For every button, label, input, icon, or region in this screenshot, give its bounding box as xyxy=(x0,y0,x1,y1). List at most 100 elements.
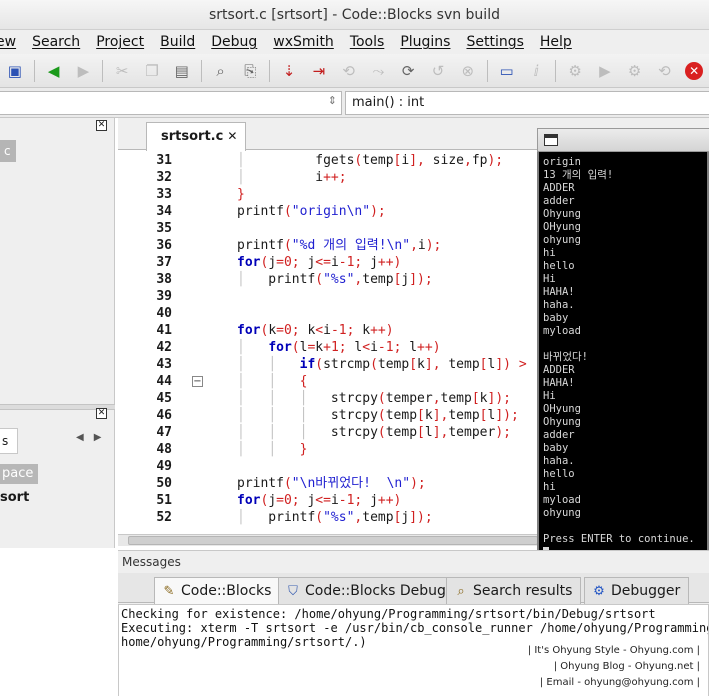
redo-icon[interactable]: ▶ xyxy=(72,59,96,83)
undo-icon[interactable]: ◀ xyxy=(42,59,66,83)
info-icon[interactable]: ⅈ xyxy=(524,59,548,83)
save-all-icon[interactable]: ▣ xyxy=(3,59,27,83)
project-item[interactable]: sort xyxy=(0,490,29,505)
tab-srtsort-c[interactable]: srtsort.c ✕ xyxy=(146,122,247,151)
magnifier-icon: ⌕ xyxy=(457,584,465,599)
menu-item-project[interactable]: Project xyxy=(88,34,152,50)
shield-icon: ⛉ xyxy=(288,584,298,599)
line-number: 31 xyxy=(156,153,172,168)
workspace-button[interactable]: c xyxy=(0,140,16,162)
line-number: 35 xyxy=(156,221,172,236)
menu-item-search[interactable]: Search xyxy=(24,34,88,50)
line-number: 33 xyxy=(156,187,172,202)
management-tab[interactable]: s xyxy=(0,428,18,454)
stop-debug-icon[interactable]: ⊗ xyxy=(456,59,480,83)
copy-icon[interactable]: ❐ xyxy=(140,59,164,83)
find-icon[interactable]: ⌕ xyxy=(209,59,233,83)
line-number: 38 xyxy=(156,272,172,287)
line-number: 40 xyxy=(156,306,172,321)
messages-panel: Messages ✎ Code::Blocks ⛉ Code::Blocks Debu… xyxy=(118,550,709,696)
abort-icon[interactable]: ✕ xyxy=(682,59,706,83)
code-text: │ i++; xyxy=(237,170,347,185)
log-line: Executing: xterm -T srtsort -e /usr/bin/… xyxy=(121,621,709,635)
tab-label: Code::Blocks Debug xyxy=(305,583,446,599)
step-over-icon[interactable]: ⤳ xyxy=(367,59,391,83)
code-text: │ │ │ strcpy(temper,temp[k]); xyxy=(237,391,511,406)
chevron-updown-icon: ⇕ xyxy=(327,94,337,107)
line-number: 41 xyxy=(156,323,172,338)
window-title: srtsort.c [srtsort] - Code::Blocks svn b… xyxy=(0,0,709,30)
line-number: 51 xyxy=(156,493,172,508)
fold-toggle-icon[interactable]: − xyxy=(192,376,203,387)
toolbar: ▣ ◀ ▶ ✂ ❐ ▤ ⌕ ⎘ ⇣ ⇥ ⟲ ⤳ ⟳ ↺ ⊗ ▭ ⅈ ⚙ ▶ ⚙ … xyxy=(0,54,709,88)
console-output: origin 13 개의 입력! ADDER adder Ohyung OHyu… xyxy=(543,156,695,559)
line-number: 36 xyxy=(156,238,172,253)
line-number: 49 xyxy=(156,459,172,474)
log-line: home/ohyung/Programming/srtsort/.) xyxy=(121,635,367,649)
code-text: │ │ │ strcpy(temp[l],temper); xyxy=(237,425,511,440)
menu-item-settings[interactable]: Settings xyxy=(458,34,531,50)
code-text: │ fgets(temp[i], size,fp); xyxy=(237,153,504,168)
tab-debugger[interactable]: ⚙ Debugger xyxy=(584,577,690,604)
pencil-icon: ✎ xyxy=(163,584,175,599)
step-out-icon[interactable]: ↺ xyxy=(426,59,450,83)
watermark-line: | Ohyung Blog - Ohyung.net | xyxy=(553,661,700,672)
tab-scroll-arrows-icon[interactable]: ◀▶ xyxy=(76,432,111,443)
line-number: 34 xyxy=(156,204,172,219)
gear-icon: ⚙ xyxy=(593,584,605,599)
run-icon[interactable]: ▶ xyxy=(593,59,617,83)
line-number: 39 xyxy=(156,289,172,304)
jump-back-icon[interactable]: ⇣ xyxy=(277,59,301,83)
tab-label: Debugger xyxy=(611,583,681,599)
management-panel: ✕ c ✕ s ◀▶ pace sort xyxy=(0,118,115,548)
step-into-icon[interactable]: ⟲ xyxy=(337,59,361,83)
code-context-bar: ⇕ main() : int xyxy=(0,88,709,118)
toolbar-separator xyxy=(555,59,557,82)
menu-item-build[interactable]: Build xyxy=(152,34,203,50)
log-line: Checking for existence: /home/ohyung/Pro… xyxy=(121,607,656,621)
menu-item-debug[interactable]: Debug xyxy=(203,34,265,50)
line-number: 47 xyxy=(156,425,172,440)
code-text: │ for(l=k+1; l<i-1; l++) xyxy=(237,340,441,355)
tab-label: Code::Blocks xyxy=(181,583,272,599)
scrollbar-thumb[interactable] xyxy=(128,536,538,545)
tab-code-blocks[interactable]: ✎ Code::Blocks xyxy=(154,577,281,604)
line-number: 43 xyxy=(156,357,172,372)
close-icon[interactable]: ✕ xyxy=(96,408,107,419)
toolbar-separator xyxy=(200,59,202,82)
close-icon[interactable]: ✕ xyxy=(227,129,237,143)
line-number: 32 xyxy=(156,170,172,185)
console-window: origin 13 개의 입력! ADDER adder Ohyung OHyu… xyxy=(537,128,709,580)
display-icon[interactable]: ▭ xyxy=(495,59,519,83)
rebuild-icon[interactable]: ⟲ xyxy=(653,59,677,83)
tab-code-blocks-debug[interactable]: ⛉ Code::Blocks Debug xyxy=(278,577,455,604)
menu-item-ew[interactable]: ew xyxy=(0,34,24,50)
menu-item-plugins[interactable]: Plugins xyxy=(392,34,458,50)
build-log: Checking for existence: /home/ohyung/Pro… xyxy=(118,604,709,696)
paste-icon[interactable]: ▤ xyxy=(170,59,194,83)
replace-icon[interactable]: ⎘ xyxy=(238,59,262,83)
line-number: 37 xyxy=(156,255,172,270)
menu-item-help[interactable]: Help xyxy=(532,34,580,50)
line-number: 50 xyxy=(156,476,172,491)
workspace-item[interactable]: pace xyxy=(0,464,38,484)
menu-item-wxsmith[interactable]: wxSmith xyxy=(265,34,342,50)
function-combo[interactable]: main() : int xyxy=(345,91,709,115)
console-titlebar[interactable] xyxy=(537,128,709,152)
close-icon[interactable]: ✕ xyxy=(96,120,107,131)
scope-combo[interactable]: ⇕ xyxy=(0,91,342,115)
build-icon[interactable]: ⚙ xyxy=(563,59,587,83)
messages-tabs: ✎ Code::Blocks ⛉ Code::Blocks Debug ⌕ Search … xyxy=(118,573,709,604)
cut-icon[interactable]: ✂ xyxy=(110,59,134,83)
tab-search-results[interactable]: ⌕ Search results xyxy=(446,577,582,604)
build-run-icon[interactable]: ⚙ xyxy=(623,59,647,83)
code-text: │ │ { xyxy=(237,374,308,389)
line-number: 46 xyxy=(156,408,172,423)
menu-item-tools[interactable]: Tools xyxy=(342,34,393,50)
code-text: │ │ if(strcmp(temp[k], temp[l]) > xyxy=(237,357,527,372)
code-text: for(j=0; j<=i-1; j++) xyxy=(237,493,402,508)
code-text: for(j=0; j<=i-1; j++) xyxy=(237,255,402,270)
tab-label: Search results xyxy=(473,583,573,599)
run-to-cursor-icon[interactable]: ⟳ xyxy=(396,59,420,83)
bookmark-icon[interactable]: ⇥ xyxy=(307,59,331,83)
